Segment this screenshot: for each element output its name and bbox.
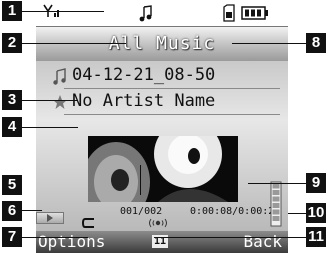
volume-level-icon [270, 181, 282, 227]
track-note-icon [53, 68, 66, 85]
leader-line [22, 43, 126, 44]
callout-1: 1 [2, 1, 22, 21]
music-note-icon [139, 5, 152, 22]
callout-6: 6 [2, 201, 22, 221]
callout-9: 9 [306, 173, 326, 193]
artist-star-icon [53, 95, 67, 109]
callout-11: 11 [306, 227, 326, 247]
status-bar [36, 0, 288, 26]
album-artwork [88, 136, 238, 202]
callout-2: 2 [2, 33, 22, 53]
play-indicator-icon [47, 214, 53, 222]
callout-4: 4 [2, 117, 22, 137]
track-name: 04-12-21_08-50 [72, 65, 216, 85]
leader-line [22, 11, 104, 12]
leader-line [140, 165, 141, 195]
leader-line [248, 183, 306, 184]
callout-10: 10 [306, 203, 326, 223]
repeat-icon [82, 218, 94, 228]
leader-line [22, 210, 42, 211]
leader-line [154, 237, 306, 238]
track-number: 001/002 [120, 206, 163, 217]
leader-line [22, 237, 88, 238]
leader-line [288, 213, 306, 214]
battery-icon [241, 6, 268, 20]
options-softkey[interactable]: Options [38, 232, 105, 251]
screen-title: All Music [36, 26, 288, 62]
disc-artwork-image [88, 136, 238, 202]
divider [64, 88, 280, 89]
surround-sound-icon [149, 218, 167, 228]
leader-line [22, 100, 78, 101]
callout-5: 5 [2, 175, 22, 195]
divider [64, 114, 280, 115]
leader-line [22, 127, 78, 128]
callout-8: 8 [306, 33, 326, 53]
back-softkey[interactable]: Back [243, 232, 282, 251]
player-content: 04-12-21_08-50 No Artist Name 001/002 0:… [36, 61, 288, 231]
progress-slider[interactable] [36, 212, 64, 224]
artist-name: No Artist Name [72, 91, 216, 111]
callout-3: 3 [2, 90, 22, 110]
memory-card-icon [223, 4, 235, 22]
antenna-icon [43, 4, 59, 17]
leader-line [232, 43, 306, 44]
playback-time: 0:00:08/0:00:27 [190, 206, 281, 217]
callout-7: 7 [2, 227, 22, 247]
softkey-bar: Options 11 Back [36, 231, 288, 253]
